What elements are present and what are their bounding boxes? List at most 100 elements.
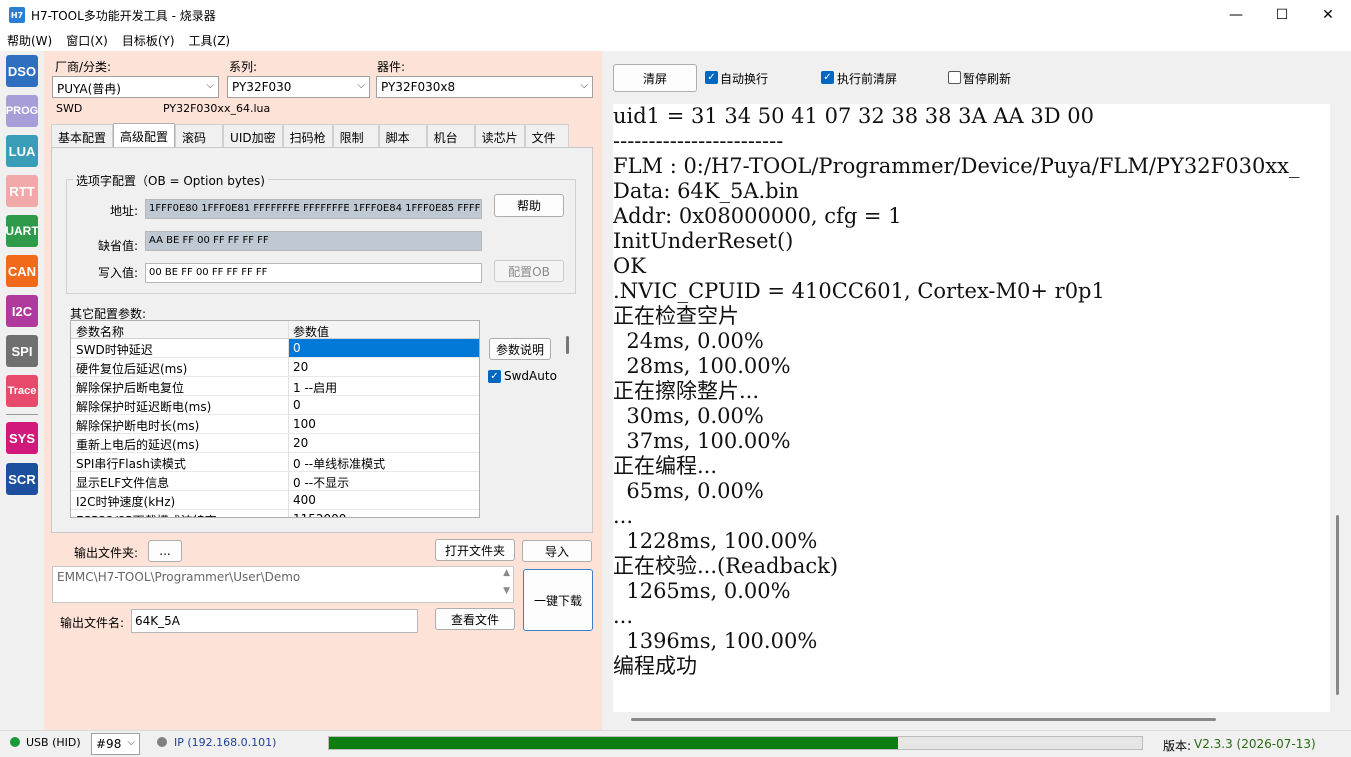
import-button[interactable]: 导入 [522, 540, 592, 562]
config-ob-button[interactable]: 配置OB [494, 260, 564, 282]
tab-script[interactable]: 脚本 [378, 124, 427, 147]
spi-button[interactable]: SPI [6, 335, 38, 367]
device-number-select[interactable]: #98 ⌵ [91, 733, 140, 755]
close-button[interactable]: ✕ [1305, 0, 1351, 30]
device-value: PY32F030x8 [381, 80, 456, 94]
tab-uid-encrypt[interactable]: UID加密 [223, 124, 283, 147]
browse-button[interactable]: ... [148, 540, 182, 562]
menu-help[interactable]: 帮助(W) [0, 32, 59, 49]
interface-label: SWD [56, 102, 83, 115]
console-line: 24ms, 0.00% [613, 329, 764, 353]
params-scrollbar[interactable] [560, 320, 577, 518]
param-value[interactable]: 0 --不显示 [289, 472, 479, 490]
param-value[interactable]: 0 [289, 396, 479, 414]
menu-tools[interactable]: 工具(Z) [182, 32, 238, 49]
minimize-button[interactable]: — [1213, 0, 1259, 30]
scroll-down-icon[interactable]: ▼ [503, 586, 510, 596]
param-value[interactable]: 100 [289, 415, 479, 433]
device-select[interactable]: PY32F030x8 ⌵ [376, 76, 593, 98]
vendor-label: 厂商/分类: [55, 60, 112, 74]
trace-button[interactable]: Trace [6, 375, 38, 407]
chevron-down-icon: ⌵ [357, 80, 365, 91]
address-field[interactable]: 1FFF0E80 1FFF0E81 FFFFFFFE FFFFFFFE 1FFF… [145, 199, 482, 219]
table-row[interactable]: SPI串行Flash读模式 0 --单线标准模式 [71, 453, 479, 472]
param-value[interactable]: 20 [289, 434, 479, 452]
param-name: 硬件复位后延迟(ms) [71, 358, 289, 376]
output-folder-path[interactable]: EMMC\H7-TOOL\Programmer\User\Demo ▲ ▼ [52, 566, 514, 603]
sys-button[interactable]: SYS [6, 422, 38, 454]
console-vscroll-thumb[interactable] [1336, 515, 1339, 695]
prog-button[interactable]: PROG [6, 95, 38, 127]
uart-button[interactable]: UART [5, 215, 39, 247]
menu-target-board[interactable]: 目标板(Y) [115, 32, 182, 49]
default-field[interactable]: AA BE FF 00 FF FF FF FF [145, 231, 482, 251]
table-row[interactable]: 解除保护时延迟断电(ms) 0 [71, 396, 479, 415]
param-value[interactable]: 20 [289, 358, 479, 376]
title-bar: H7 H7-TOOL多功能开发工具 - 烧录器 — ☐ ✕ [0, 0, 1351, 30]
tab-machine[interactable]: 机台 [426, 124, 475, 147]
console-line: Addr: 0x08000000, cfg = 1 [613, 204, 902, 228]
output-filename-field[interactable]: 64K_5A [131, 609, 418, 633]
clear-screen-button[interactable]: 清屏 [613, 64, 697, 92]
device-label: 器件: [377, 60, 406, 74]
param-name: SWD时钟延迟 [71, 339, 289, 357]
vendor-select[interactable]: PUYA(普冉) ⌵ [52, 76, 219, 98]
series-value: PY32F030 [232, 80, 292, 94]
help-button[interactable]: 帮助 [494, 194, 564, 217]
table-row[interactable]: 显示ELF文件信息 0 --不显示 [71, 472, 479, 491]
dso-button[interactable]: DSO [6, 55, 38, 87]
series-select[interactable]: PY32F030 ⌵ [227, 76, 370, 98]
param-value[interactable]: 0 --单线标准模式 [289, 453, 479, 471]
console-line: 正在校验...(Readback) [613, 554, 839, 578]
swdauto-checkbox[interactable]: ✓ [488, 370, 501, 383]
vendor-value: PUYA(普冉) [57, 82, 121, 96]
table-row[interactable]: ESP32/8P下载模式波特率1152000 [71, 510, 479, 517]
tab-limit[interactable]: 限制 [332, 124, 379, 147]
console-line: uid1 = 31 34 50 41 07 32 38 38 3A AA 3D … [613, 104, 1094, 128]
menu-window[interactable]: 窗口(X) [59, 32, 115, 49]
auto-wrap-checkbox[interactable]: ✓ [705, 71, 718, 84]
tab-rolling-code[interactable]: 滚码 [175, 124, 224, 147]
lua-button[interactable]: LUA [6, 135, 38, 167]
one-click-download-button[interactable]: 一键下载 [523, 569, 593, 631]
progress-fill [329, 737, 899, 749]
clear-before-run-checkbox[interactable]: ✓ [821, 71, 834, 84]
table-row[interactable]: 解除保护后断电复位 1 --启用 [71, 377, 479, 396]
i2c-button[interactable]: I2C [6, 295, 38, 327]
rtt-button[interactable]: RTT [6, 175, 38, 207]
console-line: .NVIC_CPUID = 410CC601, Cortex-M0+ r0p1 [613, 279, 1105, 303]
tab-scanner[interactable]: 扫码枪 [282, 124, 333, 147]
table-row[interactable]: 硬件复位后延迟(ms) 20 [71, 358, 479, 377]
scroll-up-icon[interactable]: ▲ [503, 568, 510, 578]
maximize-button[interactable]: ☐ [1259, 0, 1305, 30]
console-output[interactable]: uid1 = 31 34 50 41 07 32 38 38 3A AA 3D … [613, 104, 1330, 712]
view-file-button[interactable]: 查看文件 [435, 608, 515, 630]
console-line: ... [613, 504, 634, 528]
table-row[interactable]: SWD时钟延迟 0 [71, 339, 479, 358]
console-line: 65ms, 0.00% [613, 479, 764, 503]
param-value[interactable]: 1152000 [289, 510, 479, 517]
console-hscroll-thumb[interactable] [631, 718, 1216, 721]
grid-header: 参数名称 参数值 [71, 321, 479, 339]
param-desc-button[interactable]: 参数说明 [489, 338, 551, 360]
table-row[interactable]: 解除保护断电时长(ms) 100 [71, 415, 479, 434]
table-row[interactable]: 重新上电后的延迟(ms) 20 [71, 434, 479, 453]
tab-file[interactable]: 文件 [524, 124, 569, 147]
address-label: 地址: [110, 204, 139, 218]
param-value[interactable]: 400 [289, 491, 479, 509]
tab-advanced-config[interactable]: 高级配置 [113, 123, 176, 147]
series-label: 系列: [229, 60, 258, 74]
tab-basic-config[interactable]: 基本配置 [51, 124, 114, 147]
tab-read-chip[interactable]: 读芯片 [474, 124, 525, 147]
output-folder-label: 输出文件夹: [74, 546, 139, 560]
pause-refresh-checkbox[interactable] [948, 71, 961, 84]
param-value[interactable]: 1 --启用 [289, 377, 479, 395]
write-field[interactable]: 00 BE FF 00 FF FF FF FF [145, 263, 482, 283]
open-folder-button[interactable]: 打开文件夹 [435, 539, 515, 561]
table-row[interactable]: I2C时钟速度(kHz) 400 [71, 491, 479, 510]
can-button[interactable]: CAN [6, 255, 38, 287]
param-value[interactable]: 0 [289, 339, 479, 357]
version-value: V2.3.3 (2026-07-13) [1194, 737, 1316, 751]
scroll-thumb[interactable] [566, 336, 569, 354]
scr-button[interactable]: SCR [6, 463, 38, 495]
